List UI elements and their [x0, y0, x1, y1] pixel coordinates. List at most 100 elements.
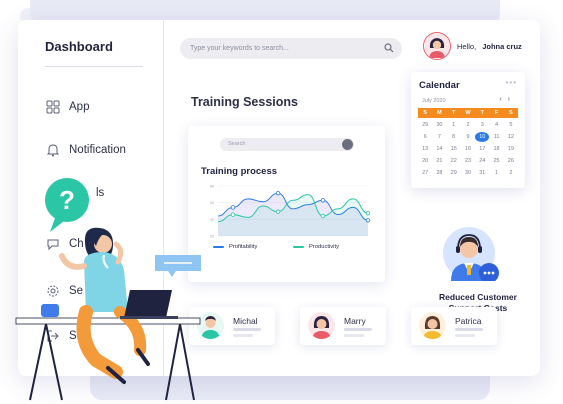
chart-title: Training process: [201, 166, 278, 177]
calendar-day[interactable]: 5: [504, 120, 518, 130]
search-icon[interactable]: [342, 139, 353, 150]
person-card-marry[interactable]: Marry: [300, 307, 386, 345]
calendar-day[interactable]: 11: [489, 132, 503, 142]
calendar-day[interactable]: 20: [418, 156, 432, 166]
data-point[interactable]: [230, 212, 236, 217]
calendar-day[interactable]: 24: [475, 156, 489, 166]
calendar-day[interactable]: 4: [489, 120, 503, 130]
search-placeholder: Type your keywords to search...: [190, 45, 289, 52]
calendar-day[interactable]: 28: [432, 168, 446, 178]
calendar-weekday: S: [503, 108, 518, 118]
placeholder-line: [233, 328, 261, 331]
person-name: Marry: [344, 316, 366, 326]
calendar-nav[interactable]: ‹›: [499, 96, 516, 103]
calendar-day[interactable]: 29: [447, 168, 461, 178]
data-point[interactable]: [320, 213, 326, 219]
calendar-day[interactable]: 23: [461, 156, 475, 166]
chart-search-input[interactable]: Search: [220, 138, 354, 151]
calendar-day[interactable]: 2: [504, 168, 518, 178]
placeholder-line: [344, 334, 364, 337]
legend-swatch: [213, 246, 224, 248]
calendar-day[interactable]: 13: [418, 144, 432, 154]
calendar-day[interactable]: 6: [418, 132, 432, 142]
more-icon[interactable]: •••: [506, 78, 517, 87]
sidebar-item-label: App: [69, 101, 90, 113]
legend-item-profitability: Profitability: [213, 244, 257, 250]
calendar-weekday: T: [446, 108, 461, 118]
sidebar-item-app[interactable]: App: [46, 100, 89, 114]
calendar-day[interactable]: 8: [447, 132, 461, 142]
calendar-weekday: F: [489, 108, 504, 118]
chevron-left-icon[interactable]: ‹: [499, 96, 507, 103]
calendar-day[interactable]: 22: [447, 156, 461, 166]
calendar-weekday: T: [475, 108, 490, 118]
person-card-michal[interactable]: Michal: [189, 307, 275, 345]
calendar-day[interactable]: 1: [447, 120, 461, 130]
legend-item-productivity: Productivity: [293, 244, 339, 250]
calendar-title: Calendar: [419, 80, 460, 91]
data-point[interactable]: [275, 190, 281, 196]
line-chart: 80 60 40 20: [210, 185, 371, 239]
calendar-day[interactable]: 17: [475, 144, 489, 154]
search-input[interactable]: Type your keywords to search...: [180, 38, 402, 59]
calendar-day[interactable]: 18: [489, 144, 503, 154]
sidebar-item-label: ls: [96, 187, 105, 199]
sidebar-item-notification[interactable]: Notification: [46, 143, 126, 157]
y-tick-label: 60: [210, 201, 214, 205]
calendar-weekday: M: [432, 108, 447, 118]
sidebar-item-settings[interactable]: Se: [46, 284, 83, 298]
calendar-day[interactable]: 9: [461, 132, 475, 142]
calendar-day-today[interactable]: 10: [475, 132, 490, 142]
calendar-day[interactable]: 12: [504, 132, 518, 142]
calendar-day[interactable]: 30: [432, 120, 446, 130]
calendar-day[interactable]: 16: [461, 144, 475, 154]
avatar: [197, 312, 224, 339]
support-caption-line: Reduced Customer: [439, 292, 517, 302]
calendar-day[interactable]: 21: [432, 156, 446, 166]
user-avatar-icon: [197, 312, 224, 339]
bell-icon: [46, 144, 60, 157]
legend-label: Productivity: [309, 244, 339, 250]
gear-icon: [47, 285, 59, 297]
user-avatar-icon: [308, 312, 335, 339]
y-tick-label: 80: [210, 185, 214, 189]
avatar[interactable]: [423, 32, 451, 60]
search-icon[interactable]: [384, 43, 394, 53]
calendar-day[interactable]: 1: [489, 168, 503, 178]
calendar-day[interactable]: 30: [461, 168, 475, 178]
calendar-day[interactable]: 19: [504, 144, 518, 154]
data-point[interactable]: [275, 209, 281, 214]
calendar-day[interactable]: 26: [504, 156, 518, 166]
sidebar-item-tools[interactable]: ls: [96, 187, 104, 199]
sidebar-item-sign-out[interactable]: Sig: [46, 329, 86, 343]
calendar-day[interactable]: 27: [418, 168, 432, 178]
sidebar-item-label: Ch: [69, 238, 84, 250]
calendar-day[interactable]: 7: [432, 132, 446, 142]
grid-icon: [46, 100, 60, 114]
person-name: Patrica: [455, 316, 482, 326]
calendar-day[interactable]: 31: [475, 168, 489, 178]
person-card-patrica[interactable]: Patrica: [411, 307, 497, 345]
calendar-day[interactable]: 2: [461, 120, 475, 130]
calendar-day[interactable]: 3: [475, 120, 489, 130]
chevron-right-icon[interactable]: ›: [508, 96, 516, 103]
placeholder-line: [455, 328, 483, 331]
calendar-day[interactable]: 29: [418, 120, 432, 130]
calendar-day[interactable]: 25: [489, 156, 503, 166]
data-point[interactable]: [365, 210, 371, 216]
training-chart-card: Search Training process 80 60 40 20 Profita…: [188, 126, 385, 282]
data-point[interactable]: [320, 198, 326, 203]
calendar-day[interactable]: 15: [447, 144, 461, 154]
legend-label: Profitability: [229, 244, 258, 250]
divider: [45, 66, 143, 67]
calendar-day[interactable]: 14: [432, 144, 446, 154]
background-strip: [90, 376, 490, 400]
sign-out-icon: [47, 330, 59, 342]
support-agent-illustration: [443, 227, 499, 281]
data-point[interactable]: [230, 205, 236, 210]
user-menu[interactable]: Hello, Johna cruz: [423, 32, 522, 60]
background-strip: [30, 0, 500, 22]
calendar-weekday: S: [418, 108, 433, 118]
sidebar-item-chat[interactable]: Ch: [46, 237, 84, 251]
placeholder-line: [455, 334, 475, 337]
